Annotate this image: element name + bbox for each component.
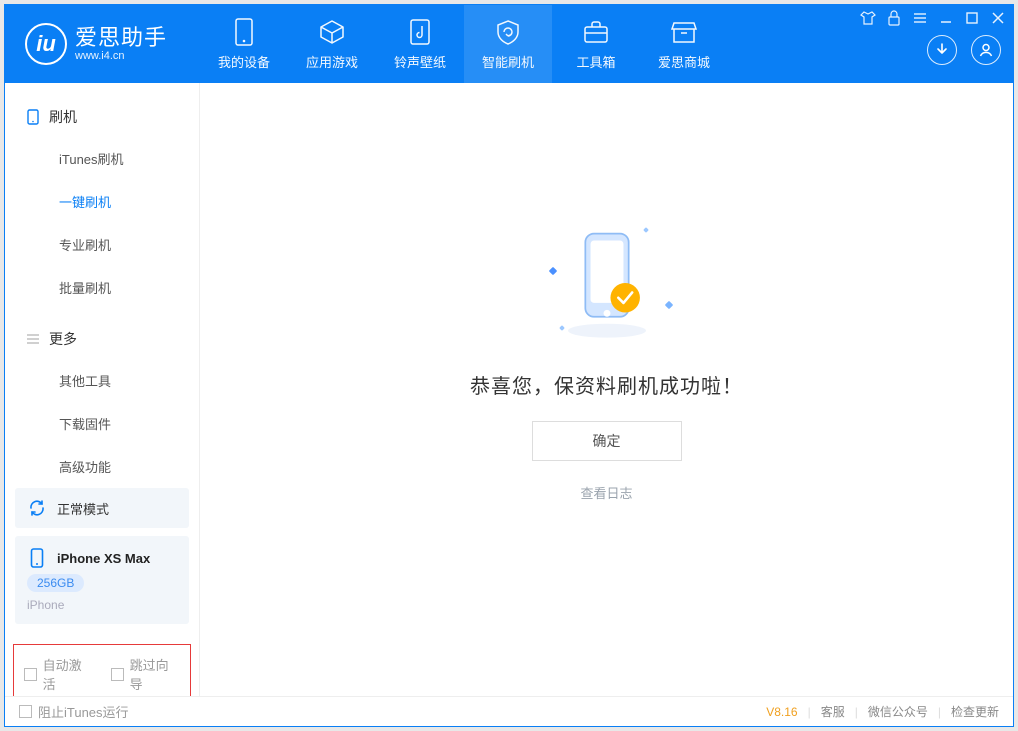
phone-icon: [230, 18, 258, 46]
menu-icon[interactable]: [911, 9, 929, 27]
tab-smart-flash[interactable]: 智能刷机: [464, 5, 552, 83]
checkbox-skip-guide[interactable]: 跳过向导: [111, 655, 180, 693]
version-label: V8.16: [766, 705, 797, 719]
sidebar-group-label: 刷机: [49, 107, 77, 127]
tab-label: 爱思商城: [658, 52, 710, 71]
checkbox-icon: [111, 668, 124, 681]
wechat-link[interactable]: 微信公众号: [868, 703, 928, 720]
sidebar: 刷机 iTunes刷机 一键刷机 专业刷机 批量刷机 更多 其他工具 下载固件 …: [5, 83, 200, 696]
tab-ringtone-wallpaper[interactable]: 铃声壁纸: [376, 5, 464, 83]
maximize-button[interactable]: [963, 9, 981, 27]
logo-area: iu 爱思助手 www.i4.cn: [5, 23, 200, 65]
separator: |: [855, 705, 858, 719]
statusbar: 阻止iTunes运行 V8.16 | 客服 | 微信公众号 | 检查更新: [5, 696, 1013, 726]
close-button[interactable]: [989, 9, 1007, 27]
store-icon: [670, 18, 698, 46]
check-update-link[interactable]: 检查更新: [951, 703, 999, 720]
sidebar-item-other-tools[interactable]: 其他工具: [5, 359, 199, 402]
main-content: 恭喜您，保资料刷机成功啦！ 确定 查看日志: [200, 83, 1013, 696]
success-message: 恭喜您，保资料刷机成功啦！: [470, 370, 743, 399]
device-panels: 正常模式 iPhone XS Max 256GB iPhone: [5, 488, 199, 642]
sidebar-item-advanced[interactable]: 高级功能: [5, 445, 199, 488]
checkbox-icon: [24, 668, 37, 681]
sidebar-item-download-firmware[interactable]: 下载固件: [5, 402, 199, 445]
lock-icon[interactable]: [885, 9, 903, 27]
ok-button[interactable]: 确定: [532, 421, 682, 461]
sidebar-item-pro-flash[interactable]: 专业刷机: [5, 223, 199, 266]
logo-icon: iu: [25, 23, 67, 65]
customer-service-link[interactable]: 客服: [821, 703, 845, 720]
phone-small-icon: [25, 109, 41, 125]
body-area: 刷机 iTunes刷机 一键刷机 专业刷机 批量刷机 更多 其他工具 下载固件 …: [5, 83, 1013, 696]
view-log-link[interactable]: 查看日志: [580, 483, 632, 502]
tab-label: 我的设备: [218, 52, 270, 71]
success-illustration: [542, 218, 672, 348]
device-name: iPhone XS Max: [57, 551, 150, 566]
tab-my-device[interactable]: 我的设备: [200, 5, 288, 83]
tab-toolbox[interactable]: 工具箱: [552, 5, 640, 83]
cube-icon: [318, 18, 346, 46]
device-mode-box[interactable]: 正常模式: [15, 488, 189, 528]
checkbox-label: 自动激活: [43, 655, 93, 693]
shirt-icon[interactable]: [859, 9, 877, 27]
sync-icon: [27, 498, 47, 518]
titlebar: iu 爱思助手 www.i4.cn 我的设备 应用游戏 铃声壁纸 智能刷机: [5, 5, 1013, 83]
minimize-button[interactable]: [937, 9, 955, 27]
sidebar-group-label: 更多: [49, 329, 77, 349]
tab-label: 铃声壁纸: [394, 52, 446, 71]
app-title: 爱思助手: [75, 26, 167, 50]
app-subtitle: www.i4.cn: [75, 50, 167, 62]
device-info-box[interactable]: iPhone XS Max 256GB iPhone: [15, 536, 189, 624]
window-controls-top: [859, 9, 1007, 27]
sidebar-item-itunes-flash[interactable]: iTunes刷机: [5, 137, 199, 180]
sidebar-group-flash: 刷机: [5, 97, 199, 137]
titlebar-right-buttons: [927, 35, 1001, 65]
toolbox-icon: [582, 18, 610, 46]
device-mode-label: 正常模式: [57, 499, 109, 518]
sidebar-item-onekey-flash[interactable]: 一键刷机: [5, 180, 199, 223]
music-file-icon: [406, 18, 434, 46]
separator: |: [808, 705, 811, 719]
user-button[interactable]: [971, 35, 1001, 65]
tab-store[interactable]: 爱思商城: [640, 5, 728, 83]
checkbox-label: 阻止iTunes运行: [38, 702, 129, 721]
phone-icon: [27, 548, 47, 568]
tab-apps-games[interactable]: 应用游戏: [288, 5, 376, 83]
top-tabs: 我的设备 应用游戏 铃声壁纸 智能刷机 工具箱 爱思商城: [200, 5, 728, 83]
sidebar-group-more: 更多: [5, 319, 199, 359]
list-icon: [25, 331, 41, 347]
separator: |: [938, 705, 941, 719]
tab-label: 工具箱: [576, 52, 615, 71]
tab-label: 应用游戏: [306, 52, 358, 71]
device-type: iPhone: [27, 598, 64, 612]
device-capacity-badge: 256GB: [27, 574, 84, 592]
download-button[interactable]: [927, 35, 957, 65]
shield-refresh-icon: [494, 18, 522, 46]
tab-label: 智能刷机: [482, 52, 534, 71]
app-window: iu 爱思助手 www.i4.cn 我的设备 应用游戏 铃声壁纸 智能刷机: [4, 4, 1014, 727]
checkbox-label: 跳过向导: [130, 655, 180, 693]
checkbox-auto-activate[interactable]: 自动激活: [24, 655, 93, 693]
checkbox-icon: [19, 705, 32, 718]
highlighted-options-box: 自动激活 跳过向导: [13, 644, 191, 696]
sidebar-item-batch-flash[interactable]: 批量刷机: [5, 266, 199, 309]
checkbox-block-itunes[interactable]: 阻止iTunes运行: [19, 702, 129, 721]
